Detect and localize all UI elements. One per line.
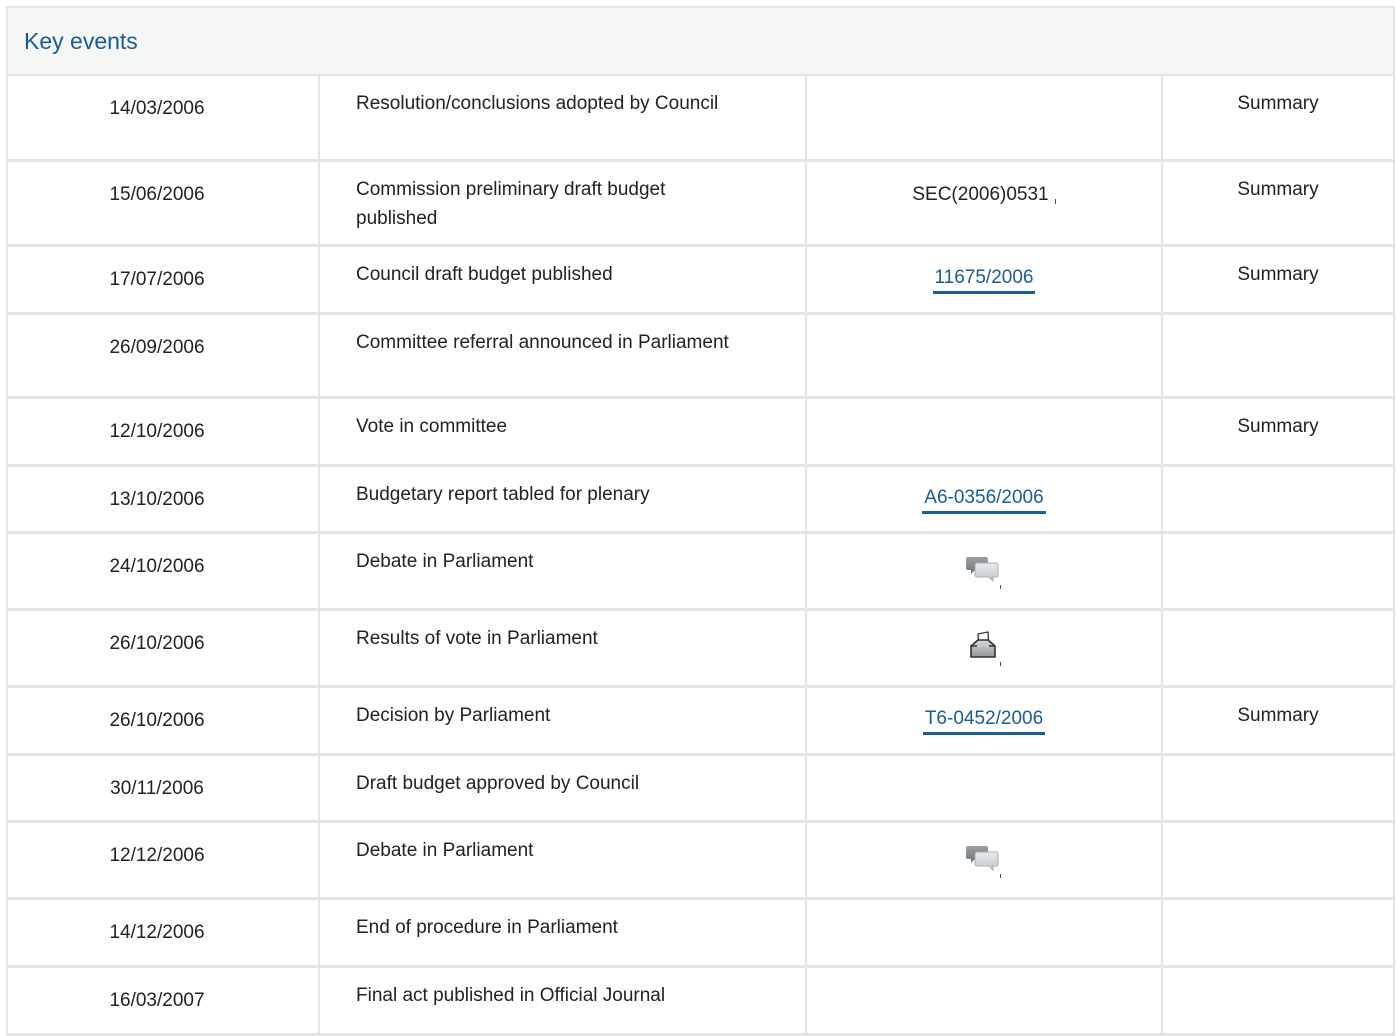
table-row: 26/10/2006 Results of vote in Parliament	[8, 609, 1393, 688]
event-description: Commission preliminary draft budget publ…	[319, 160, 807, 247]
link-tick-mark	[1000, 873, 1001, 878]
table-row: 26/09/2006 Committee referral announced …	[8, 313, 1393, 399]
event-description: Debate in Parliament	[319, 821, 807, 900]
event-description: Draft budget approved by Council	[319, 754, 807, 823]
document-reference[interactable]: SEC(2006)0531	[912, 180, 1056, 209]
event-description: Results of vote in Parliament	[319, 609, 807, 688]
event-date: 13/10/2006	[8, 465, 320, 534]
event-summary-cell: Summary	[1162, 397, 1393, 467]
event-date: 26/10/2006	[8, 686, 320, 756]
table-row: 17/07/2006 Council draft budget publishe…	[8, 245, 1393, 315]
summary-link[interactable]: Summary	[1237, 175, 1318, 204]
summary-link[interactable]: Summary	[1237, 260, 1318, 289]
event-summary-cell	[1162, 966, 1393, 1036]
event-document-cell	[806, 821, 1163, 900]
table-row: 13/10/2006 Budgetary report tabled for p…	[8, 465, 1393, 534]
event-description: Resolution/conclusions adopted by Counci…	[319, 76, 807, 162]
table-row: 12/10/2006 Vote in committee Summary	[8, 397, 1393, 467]
document-link[interactable]: A6-0356/2006	[922, 485, 1046, 514]
event-summary-cell	[1162, 821, 1393, 900]
key-events-panel: Key events 14/03/2006 Resolution/conclus…	[6, 6, 1395, 1036]
event-description: Final act published in Official Journal	[319, 966, 807, 1036]
event-date: 26/09/2006	[8, 313, 320, 399]
event-description: Decision by Parliament	[319, 686, 807, 756]
link-tick-mark	[1054, 198, 1056, 204]
event-date: 12/10/2006	[8, 397, 320, 467]
summary-link[interactable]: Summary	[1237, 89, 1318, 118]
link-tick-mark	[1000, 661, 1001, 666]
event-document-cell: 11675/2006	[806, 245, 1163, 315]
event-document-cell	[806, 966, 1163, 1036]
debate-link[interactable]	[966, 551, 1002, 589]
event-date: 30/11/2006	[8, 754, 320, 823]
table-row: 16/03/2007 Final act published in Offici…	[8, 966, 1393, 1036]
event-document-cell	[806, 313, 1163, 399]
event-description: Debate in Parliament	[319, 532, 807, 611]
debate-link[interactable]	[966, 840, 1002, 878]
event-description: Budgetary report tabled for plenary	[319, 465, 807, 534]
table-row: 14/03/2006 Resolution/conclusions adopte…	[8, 76, 1393, 162]
event-document-cell	[806, 532, 1163, 611]
table-row: 12/12/2006 Debate in Parliament	[8, 821, 1393, 900]
table-row: 14/12/2006 End of procedure in Parliamen…	[8, 898, 1393, 968]
event-summary-cell: Summary	[1162, 76, 1393, 162]
panel-header[interactable]: Key events	[8, 8, 1393, 76]
event-document-cell	[806, 754, 1163, 823]
panel-title: Key events	[24, 27, 138, 54]
event-summary-cell	[1162, 313, 1393, 399]
event-summary-cell: Summary	[1162, 160, 1393, 247]
event-date: 15/06/2006	[8, 160, 320, 247]
event-document-cell: A6-0356/2006	[806, 465, 1163, 534]
event-description: Vote in committee	[319, 397, 807, 467]
document-link[interactable]: T6-0452/2006	[922, 706, 1046, 735]
event-date: 24/10/2006	[8, 532, 320, 611]
table-row: 24/10/2006 Debate in Parliament	[8, 532, 1393, 611]
event-date: 12/12/2006	[8, 821, 320, 900]
event-summary-cell	[1162, 754, 1393, 823]
event-document-cell: T6-0452/2006	[806, 686, 1163, 756]
event-document-cell	[806, 898, 1163, 968]
event-date: 17/07/2006	[8, 245, 320, 315]
event-summary-cell	[1162, 898, 1393, 968]
table-row: 26/10/2006 Decision by Parliament T6-045…	[8, 686, 1393, 756]
event-summary-cell	[1162, 465, 1393, 534]
key-events-table: 14/03/2006 Resolution/conclusions adopte…	[8, 76, 1393, 1036]
document-reference-text: SEC(2006)0531	[912, 183, 1049, 205]
event-date: 26/10/2006	[8, 609, 320, 688]
event-date: 14/03/2006	[8, 76, 320, 162]
event-document-cell	[806, 397, 1163, 467]
table-row: 15/06/2006 Commission preliminary draft …	[8, 160, 1393, 247]
event-date: 14/12/2006	[8, 898, 320, 968]
event-summary-cell	[1162, 609, 1393, 688]
event-summary-cell: Summary	[1162, 245, 1393, 315]
vote-results-link[interactable]	[966, 628, 1002, 666]
ballot-box-icon	[970, 630, 996, 658]
event-summary-cell: Summary	[1162, 686, 1393, 756]
event-summary-cell	[1162, 532, 1393, 611]
summary-link[interactable]: Summary	[1237, 412, 1318, 441]
event-date: 16/03/2007	[8, 966, 320, 1036]
document-link[interactable]: 11675/2006	[932, 265, 1036, 294]
event-document-cell: SEC(2006)0531	[806, 160, 1163, 247]
speech-bubbles-icon	[966, 556, 999, 582]
link-tick-mark	[1000, 584, 1001, 589]
event-document-cell	[806, 76, 1163, 162]
summary-link[interactable]: Summary	[1237, 701, 1318, 730]
table-row: 30/11/2006 Draft budget approved by Coun…	[8, 754, 1393, 823]
event-description: Council draft budget published	[319, 245, 807, 315]
speech-bubbles-icon	[966, 845, 999, 871]
event-document-cell	[806, 609, 1163, 688]
event-description: End of procedure in Parliament	[319, 898, 807, 968]
event-description: Committee referral announced in Parliame…	[319, 313, 807, 399]
